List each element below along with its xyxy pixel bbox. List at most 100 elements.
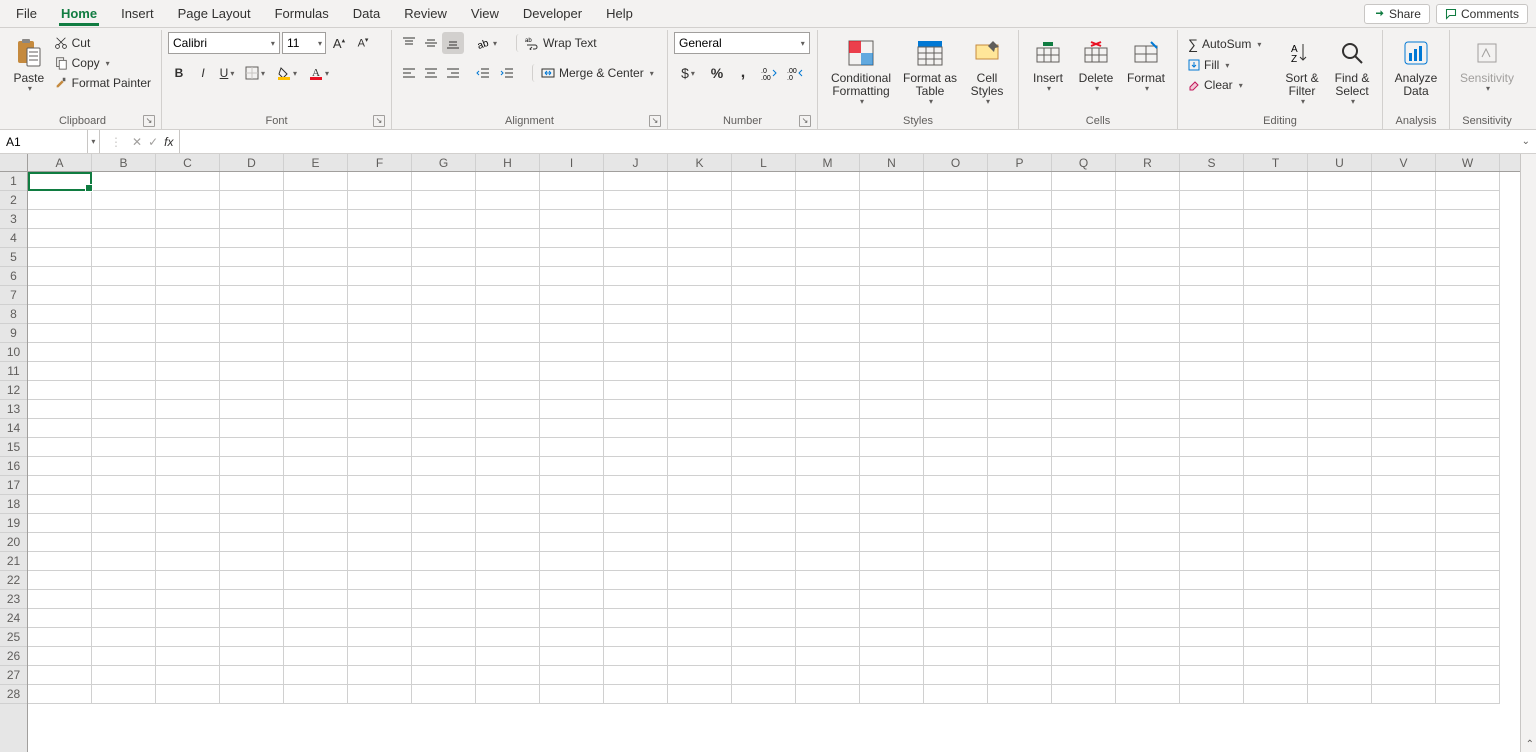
- cell-J6[interactable]: [604, 267, 668, 286]
- cell-V6[interactable]: [1372, 267, 1436, 286]
- cell-U5[interactable]: [1308, 248, 1372, 267]
- cell-K6[interactable]: [668, 267, 732, 286]
- cell-L20[interactable]: [732, 533, 796, 552]
- cell-Q27[interactable]: [1052, 666, 1116, 685]
- cell-E27[interactable]: [284, 666, 348, 685]
- cell-B18[interactable]: [92, 495, 156, 514]
- cell-Q4[interactable]: [1052, 229, 1116, 248]
- cell-S9[interactable]: [1180, 324, 1244, 343]
- cell-B2[interactable]: [92, 191, 156, 210]
- cell-E18[interactable]: [284, 495, 348, 514]
- underline-button[interactable]: U▾: [216, 62, 238, 84]
- cell-K25[interactable]: [668, 628, 732, 647]
- cell-A22[interactable]: [28, 571, 92, 590]
- accounting-format-button[interactable]: $▾: [674, 62, 702, 84]
- cell-V10[interactable]: [1372, 343, 1436, 362]
- cell-A9[interactable]: [28, 324, 92, 343]
- expand-formula-bar-button[interactable]: ⌄: [1516, 136, 1536, 147]
- sensitivity-button[interactable]: Sensitivity▾: [1456, 32, 1518, 96]
- cell-Q1[interactable]: [1052, 172, 1116, 191]
- cell-L21[interactable]: [732, 552, 796, 571]
- cell-P23[interactable]: [988, 590, 1052, 609]
- cell-J23[interactable]: [604, 590, 668, 609]
- cell-I3[interactable]: [540, 210, 604, 229]
- cell-F18[interactable]: [348, 495, 412, 514]
- cell-U21[interactable]: [1308, 552, 1372, 571]
- cell-W15[interactable]: [1436, 438, 1500, 457]
- cell-G19[interactable]: [412, 514, 476, 533]
- cell-L6[interactable]: [732, 267, 796, 286]
- cell-G28[interactable]: [412, 685, 476, 704]
- cell-W28[interactable]: [1436, 685, 1500, 704]
- cell-R24[interactable]: [1116, 609, 1180, 628]
- cell-K2[interactable]: [668, 191, 732, 210]
- cell-R3[interactable]: [1116, 210, 1180, 229]
- cell-D4[interactable]: [220, 229, 284, 248]
- cell-U25[interactable]: [1308, 628, 1372, 647]
- cell-I18[interactable]: [540, 495, 604, 514]
- cell-O20[interactable]: [924, 533, 988, 552]
- cell-M27[interactable]: [796, 666, 860, 685]
- cell-M12[interactable]: [796, 381, 860, 400]
- cell-N16[interactable]: [860, 457, 924, 476]
- cell-K14[interactable]: [668, 419, 732, 438]
- cell-S15[interactable]: [1180, 438, 1244, 457]
- cell-O25[interactable]: [924, 628, 988, 647]
- cell-N24[interactable]: [860, 609, 924, 628]
- cell-J22[interactable]: [604, 571, 668, 590]
- cell-U28[interactable]: [1308, 685, 1372, 704]
- cell-C17[interactable]: [156, 476, 220, 495]
- cell-E6[interactable]: [284, 267, 348, 286]
- cell-K15[interactable]: [668, 438, 732, 457]
- cell-K21[interactable]: [668, 552, 732, 571]
- cell-C10[interactable]: [156, 343, 220, 362]
- cell-N10[interactable]: [860, 343, 924, 362]
- cell-A13[interactable]: [28, 400, 92, 419]
- cell-N27[interactable]: [860, 666, 924, 685]
- comments-button[interactable]: Comments: [1436, 4, 1528, 24]
- cell-M18[interactable]: [796, 495, 860, 514]
- column-header-G[interactable]: G: [412, 154, 476, 171]
- cell-U13[interactable]: [1308, 400, 1372, 419]
- cell-A26[interactable]: [28, 647, 92, 666]
- cell-styles-button[interactable]: Cell Styles▾: [962, 32, 1012, 109]
- cell-B13[interactable]: [92, 400, 156, 419]
- cell-O9[interactable]: [924, 324, 988, 343]
- cell-V26[interactable]: [1372, 647, 1436, 666]
- cell-R13[interactable]: [1116, 400, 1180, 419]
- cell-O3[interactable]: [924, 210, 988, 229]
- cell-D12[interactable]: [220, 381, 284, 400]
- cell-L7[interactable]: [732, 286, 796, 305]
- cell-L16[interactable]: [732, 457, 796, 476]
- cell-O23[interactable]: [924, 590, 988, 609]
- cell-Q6[interactable]: [1052, 267, 1116, 286]
- cell-R10[interactable]: [1116, 343, 1180, 362]
- row-header-17[interactable]: 17: [0, 476, 27, 495]
- row-header-14[interactable]: 14: [0, 419, 27, 438]
- row-header-11[interactable]: 11: [0, 362, 27, 381]
- cell-D18[interactable]: [220, 495, 284, 514]
- cell-F8[interactable]: [348, 305, 412, 324]
- cell-T7[interactable]: [1244, 286, 1308, 305]
- cell-G12[interactable]: [412, 381, 476, 400]
- cell-B28[interactable]: [92, 685, 156, 704]
- cell-N25[interactable]: [860, 628, 924, 647]
- cell-Q11[interactable]: [1052, 362, 1116, 381]
- cell-O12[interactable]: [924, 381, 988, 400]
- cell-E26[interactable]: [284, 647, 348, 666]
- cell-W8[interactable]: [1436, 305, 1500, 324]
- cell-U19[interactable]: [1308, 514, 1372, 533]
- cell-W19[interactable]: [1436, 514, 1500, 533]
- analyze-data-button[interactable]: Analyze Data: [1389, 32, 1443, 100]
- cell-F27[interactable]: [348, 666, 412, 685]
- cell-O5[interactable]: [924, 248, 988, 267]
- cell-R9[interactable]: [1116, 324, 1180, 343]
- clipboard-launcher[interactable]: ↘: [143, 115, 155, 127]
- number-format-input[interactable]: [675, 36, 796, 50]
- cell-R16[interactable]: [1116, 457, 1180, 476]
- cell-K9[interactable]: [668, 324, 732, 343]
- cell-V12[interactable]: [1372, 381, 1436, 400]
- cell-P25[interactable]: [988, 628, 1052, 647]
- cell-M1[interactable]: [796, 172, 860, 191]
- cell-R5[interactable]: [1116, 248, 1180, 267]
